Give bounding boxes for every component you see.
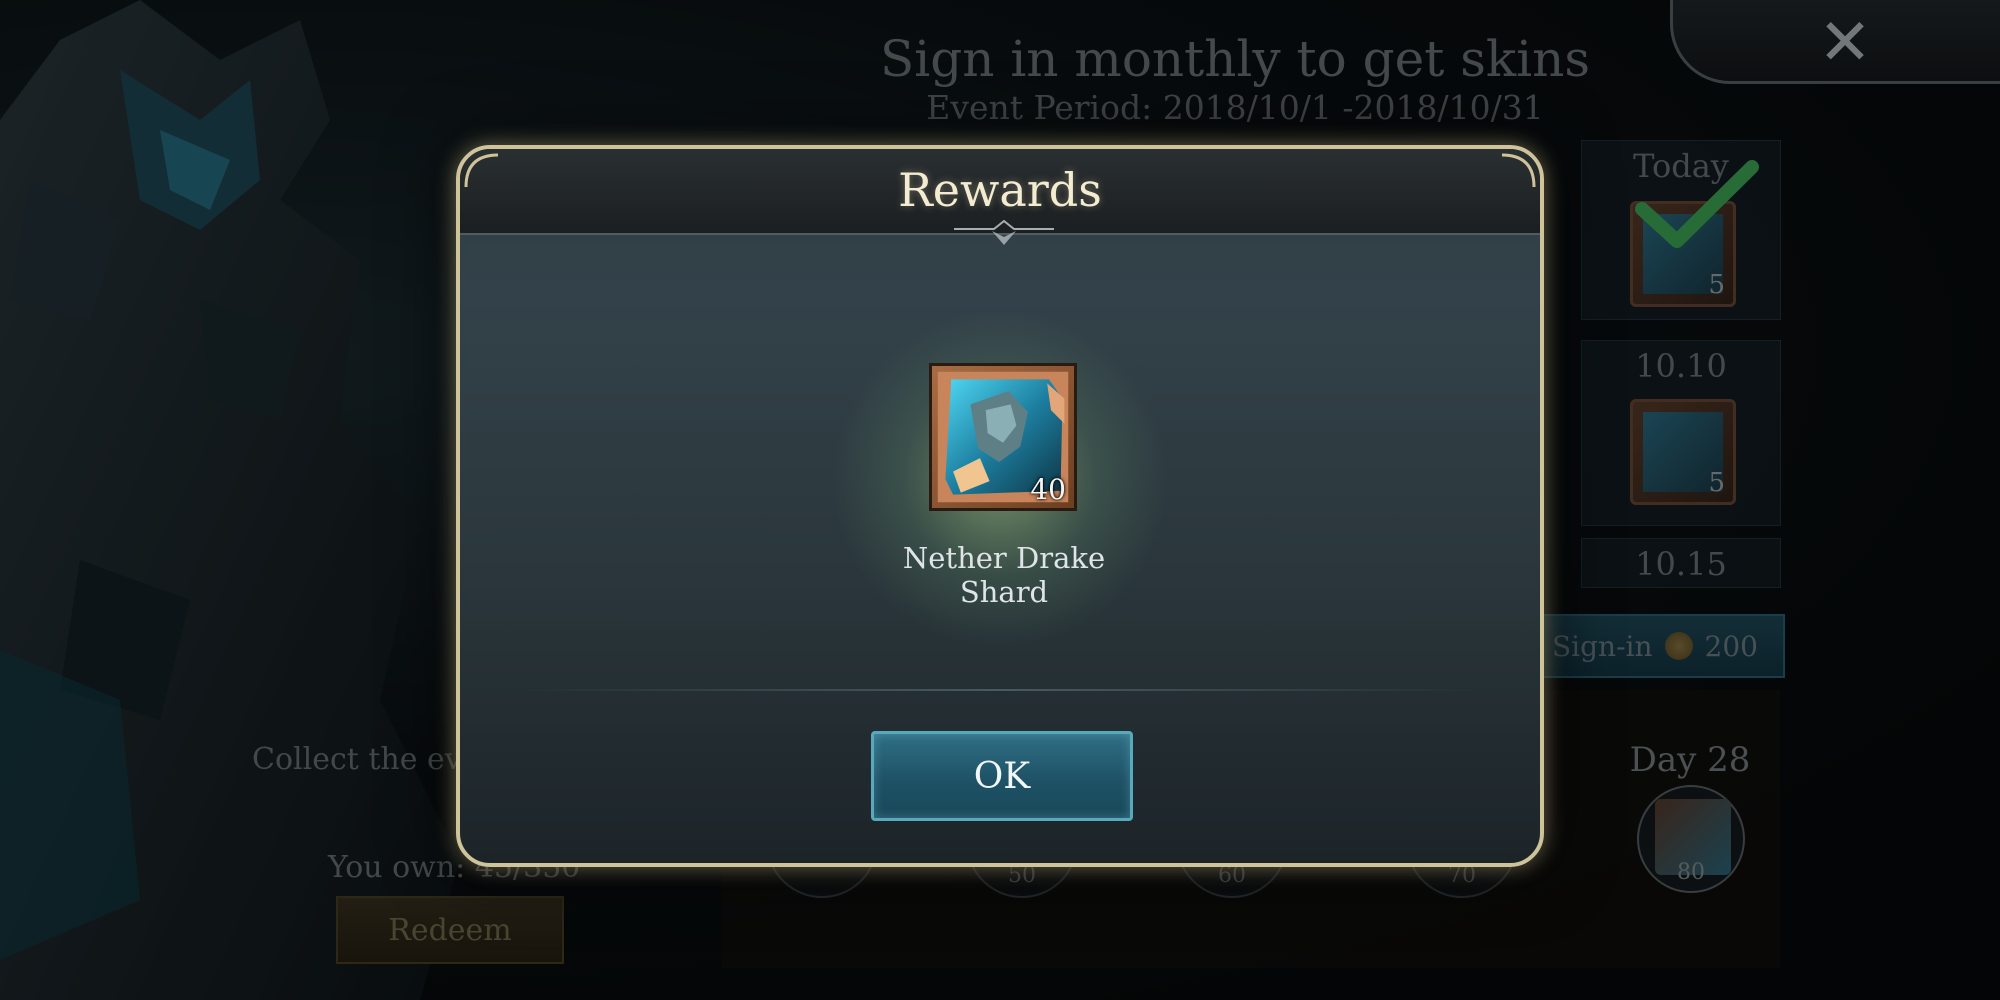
nether-drake-shard-icon[interactable]: 40 [929, 363, 1077, 511]
rewards-dialog: Rewards 40 Nether Drake Shard OK [456, 145, 1544, 867]
ok-button[interactable]: OK [871, 731, 1133, 821]
reward-name: Nether Drake Shard [854, 541, 1154, 609]
header-ornament [954, 219, 1054, 245]
corner-ornament-right [1501, 153, 1536, 188]
corner-ornament-left [464, 153, 499, 188]
reward-name-line-1: Nether Drake [902, 541, 1106, 575]
reward-name-line-2: Shard [959, 575, 1049, 609]
dialog-title: Rewards [898, 163, 1102, 217]
reward-quantity: 40 [1030, 473, 1066, 506]
dialog-divider [520, 689, 1480, 691]
